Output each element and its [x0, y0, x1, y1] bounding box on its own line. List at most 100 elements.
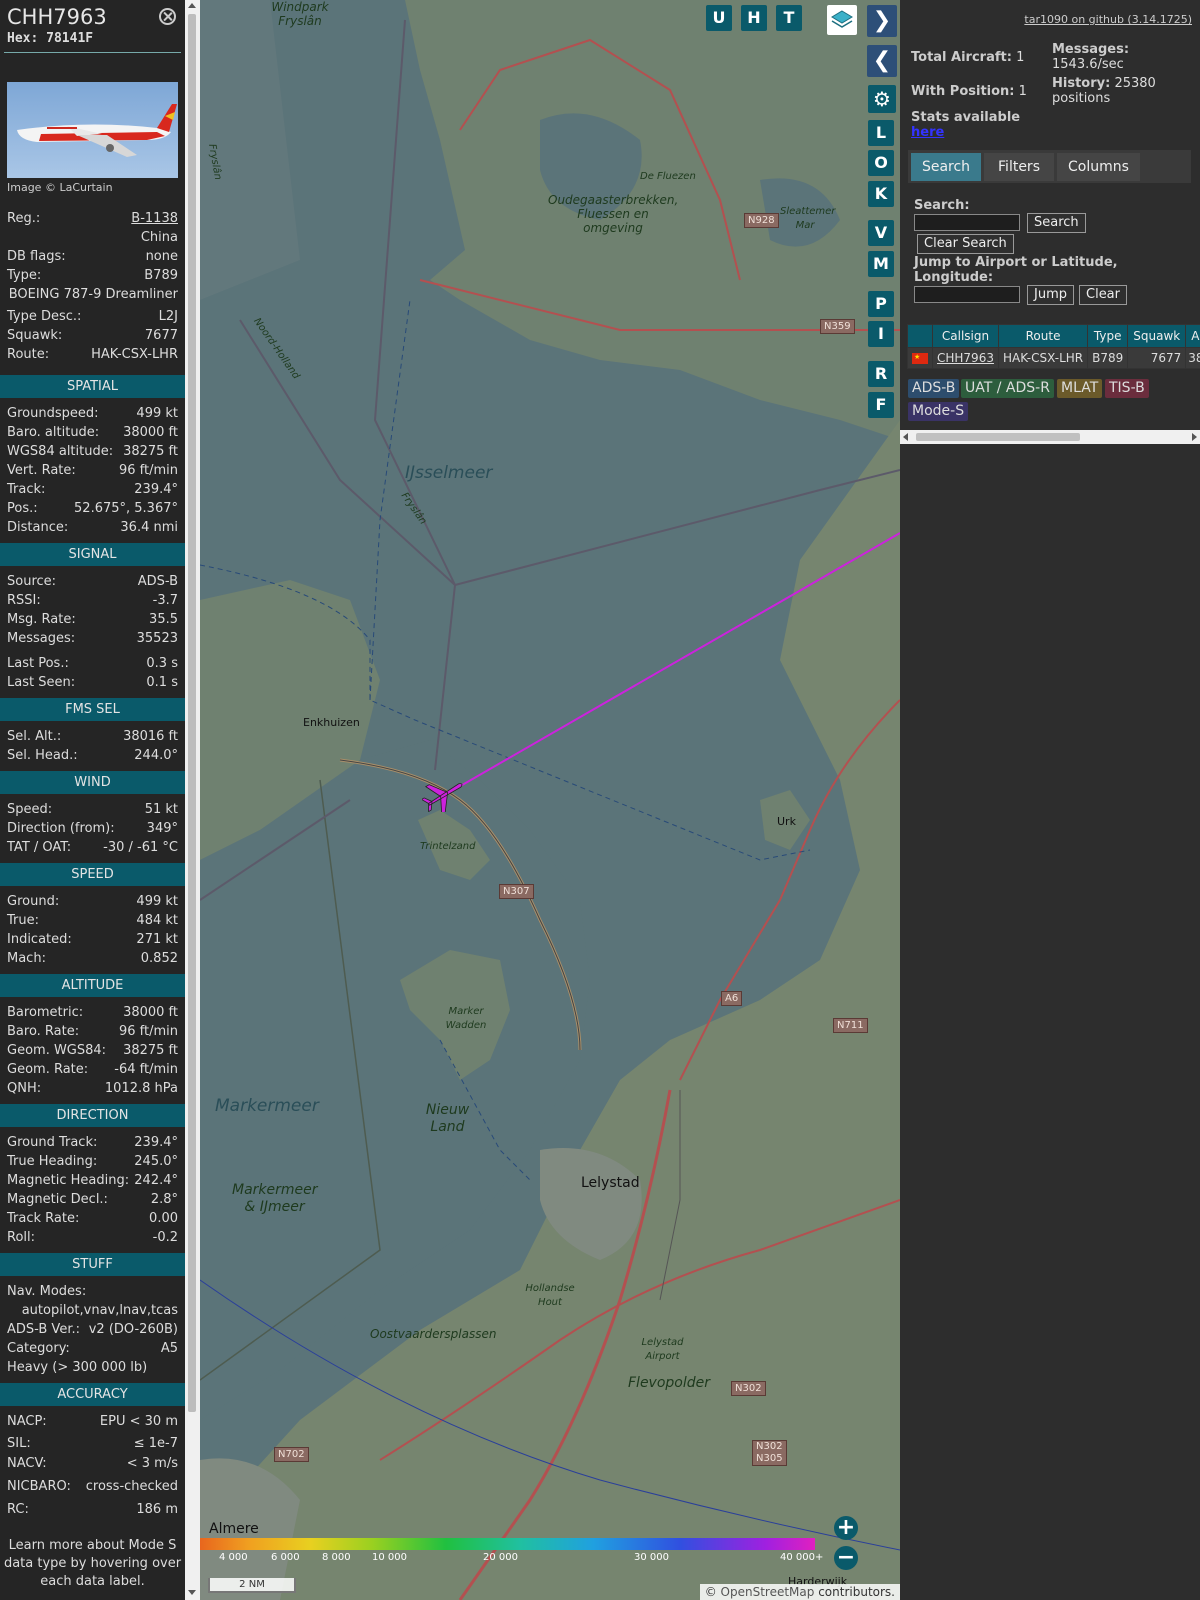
section-altitude: ALTITUDE: [0, 974, 185, 997]
tat-oat-value: -30 / -61 °C: [103, 840, 178, 855]
col-callsign-header[interactable]: Callsign: [932, 324, 999, 348]
scroll-down-icon[interactable]: [188, 1590, 196, 1595]
roll-value: -0.2: [152, 1230, 178, 1245]
type-desc-row: Type Desc.: L2J: [7, 307, 178, 326]
source-chip-modes[interactable]: Mode-S: [908, 402, 969, 421]
map-label-lelystad: Lelystad: [581, 1175, 640, 1191]
source-value: ADS-B: [137, 574, 178, 589]
section-spatial: SPATIAL: [0, 375, 185, 398]
scrollbar-thumb[interactable]: [188, 14, 196, 1412]
source-chip-uat[interactable]: UAT / ADS-R: [961, 379, 1054, 398]
with-position-label: With Position:: [911, 84, 1015, 99]
road-shield-n359: N359: [820, 319, 855, 334]
scroll-up-icon[interactable]: [188, 3, 196, 8]
table-row[interactable]: ★ CHH7963 HAK-CSX-LHR B789 7677 38: [907, 347, 1200, 369]
col-squawk-header[interactable]: Squawk: [1127, 324, 1187, 348]
position-value: 52.675°, 5.367°: [74, 501, 178, 516]
zoom-in-button[interactable]: +: [834, 1516, 858, 1540]
source-chip-adsb[interactable]: ADS-B: [908, 379, 960, 398]
vert-rate-value: 96 ft/min: [118, 463, 178, 478]
col-route-header[interactable]: Route: [997, 324, 1089, 348]
row-callsign[interactable]: CHH7963: [932, 347, 999, 369]
track-row: Track: 239.4°: [7, 480, 178, 499]
tab-columns[interactable]: Columns: [1057, 153, 1140, 181]
map-label-windpark: Windpark Fryslân: [271, 0, 329, 28]
nav-modes-value: autopilot,vnav,lnav,tcas: [21, 1303, 178, 1318]
map-button-p[interactable]: P: [868, 291, 894, 317]
rssi-row: RSSI: -3.7: [7, 591, 178, 610]
alt-tick-8000: 8 000: [322, 1552, 351, 1563]
map-button-i[interactable]: I: [868, 321, 894, 347]
tab-filters[interactable]: Filters: [984, 153, 1054, 181]
stats-here-link[interactable]: here: [911, 125, 944, 140]
wgs84-altitude-value: 38275 ft: [123, 444, 178, 459]
map-scale: 2 NM: [208, 1578, 296, 1593]
sil-row: SIL: ≤ 1e-7: [7, 1434, 178, 1453]
layers-icon-graphic: [831, 10, 853, 28]
aircraft-icon[interactable]: [422, 776, 468, 812]
distance-value: 36.4 nmi: [120, 520, 178, 535]
groundspeed-label: Groundspeed:: [7, 406, 99, 421]
clear-button[interactable]: Clear: [1079, 285, 1127, 305]
map-button-v[interactable]: V: [868, 220, 894, 246]
hscroll-thumb[interactable]: [916, 433, 1080, 441]
source-chip-tisb[interactable]: TIS-B: [1105, 379, 1149, 398]
aircraft-photo[interactable]: [7, 82, 178, 178]
baro-rate-label: Baro. Rate:: [7, 1024, 80, 1039]
scroll-right-icon[interactable]: [1192, 433, 1197, 441]
map-button-u[interactable]: U: [706, 5, 732, 31]
clear-search-button[interactable]: Clear Search: [917, 234, 1014, 254]
jump-input[interactable]: [914, 286, 1020, 303]
map-label-urk: Urk: [777, 815, 796, 828]
settings-gear-icon[interactable]: ⚙: [868, 85, 896, 113]
baro-rate-row: Baro. Rate: 96 ft/min: [7, 1022, 178, 1041]
table-horizontal-scrollbar[interactable]: [900, 430, 1200, 444]
sidebar-scrollbar[interactable]: [185, 0, 200, 1600]
adsb-version-row: ADS-B Ver.: v2 (DO-260B): [7, 1320, 178, 1339]
db-flags-value: none: [145, 249, 178, 264]
type-label: Type:: [7, 268, 42, 283]
expand-right-icon[interactable]: ❯: [867, 5, 897, 37]
route-value: HAK-CSX-LHR: [91, 347, 178, 362]
section-wind: WIND: [0, 771, 185, 794]
section-signal: SIGNAL: [0, 543, 185, 566]
openstreetmap-link[interactable]: OpenStreetMap: [721, 1585, 815, 1599]
col-type-header[interactable]: Type: [1087, 324, 1129, 348]
roll-row: Roll: -0.2: [7, 1228, 178, 1247]
roll-label: Roll:: [7, 1230, 36, 1245]
map-button-f[interactable]: F: [868, 392, 894, 418]
github-link[interactable]: tar1090 on github (3.14.1725): [1024, 13, 1192, 26]
type-row: Type: B789: [7, 266, 178, 285]
stats-available-label: Stats available: [911, 110, 1021, 125]
col-flag-header[interactable]: [907, 324, 933, 348]
jump-button[interactable]: Jump: [1027, 285, 1074, 305]
registration-link[interactable]: B-1138: [131, 209, 178, 228]
map-button-m[interactable]: M: [868, 251, 894, 277]
map-button-h[interactable]: H: [741, 5, 767, 31]
wind-direction-label: Direction (from):: [7, 821, 115, 836]
msg-rate-row: Msg. Rate: 35.5: [7, 610, 178, 629]
map-button-l[interactable]: L: [868, 120, 894, 146]
search-button[interactable]: Search: [1027, 213, 1086, 233]
map-view[interactable]: Windpark Fryslân IJsselmeer Oudegaasterb…: [200, 0, 900, 1600]
road-shield-a6: A6: [721, 991, 743, 1006]
road-shield-n307: N307: [499, 884, 534, 899]
heavy-row: Heavy (> 300 000 lb): [7, 1358, 178, 1377]
nav-modes-value-row: autopilot,vnav,lnav,tcas: [7, 1301, 178, 1320]
magnetic-decl-value: 2.8°: [150, 1192, 178, 1207]
tab-search[interactable]: Search: [911, 153, 981, 181]
map-button-t[interactable]: T: [776, 5, 802, 31]
nacv-label: NACV:: [7, 1456, 47, 1471]
squawk-row: Squawk: 7677: [7, 326, 178, 345]
col-altitude-header[interactable]: Alt.: [1185, 324, 1200, 348]
map-button-o[interactable]: O: [868, 150, 894, 176]
layers-icon[interactable]: [827, 5, 857, 35]
source-chip-mlat[interactable]: MLAT: [1057, 379, 1103, 398]
collapse-left-icon[interactable]: ❮: [867, 45, 897, 77]
photo-credit: Image © LaCurtain: [7, 181, 113, 194]
map-button-r[interactable]: R: [868, 361, 894, 387]
search-input[interactable]: [914, 214, 1020, 231]
scroll-left-icon[interactable]: [903, 433, 908, 441]
map-button-k[interactable]: K: [868, 181, 894, 207]
close-icon[interactable]: [159, 8, 176, 25]
